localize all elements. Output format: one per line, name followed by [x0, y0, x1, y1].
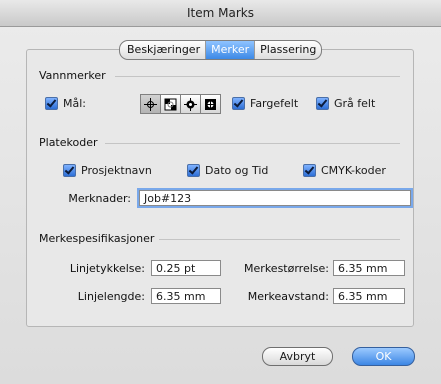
cancel-button[interactable]: Avbryt [262, 347, 333, 366]
prosjektnavn-checkbox[interactable]: Prosjektnavn [63, 163, 152, 177]
linjetykkelse-label: Linjetykkelse: [69, 262, 145, 275]
divider [115, 76, 400, 77]
checkbox-checked-icon [187, 163, 200, 177]
merkeavstand-label: Merkeavstand: [247, 290, 329, 303]
crop-mark-style-1-button[interactable] [140, 94, 161, 114]
fargefelt-label: Fargefelt [250, 96, 299, 110]
maal-label: Mål: [63, 96, 86, 110]
tab-merker[interactable]: Merker [206, 41, 256, 59]
merkeavstand-field[interactable]: 6.35 mm [333, 288, 405, 304]
ok-button[interactable]: OK [352, 347, 415, 366]
window-title: Item Marks [0, 0, 441, 27]
divider [159, 239, 400, 240]
registration-mark-icon [205, 98, 216, 110]
graa-felt-checkbox[interactable]: Grå felt [316, 96, 375, 110]
crop-mark-style-4-button[interactable] [200, 94, 221, 114]
item-marks-dialog: Item Marks Beskjæringer Merker Plasserin… [0, 0, 441, 384]
fargefelt-checkbox[interactable]: Fargefelt [232, 96, 298, 110]
tab-bar: Beskjæringer Merker Plassering [119, 40, 323, 60]
tab-beskjaeringer[interactable]: Beskjæringer [120, 41, 207, 59]
checkbox-checked-icon [303, 163, 316, 177]
dato-tid-checkbox[interactable]: Dato og Tid [187, 163, 268, 177]
vannmerker-title: Vannmerker [39, 69, 106, 82]
tab-panel: Vannmerker Mål: Fargefelt Grå felt Plate… [26, 49, 414, 327]
checkbox-checked-icon [232, 96, 245, 110]
merknader-label: Merknader: [68, 192, 131, 205]
divider [105, 143, 400, 144]
checkbox-checked-icon [63, 163, 76, 177]
graa-felt-label: Grå felt [334, 96, 376, 110]
target-icon [184, 97, 197, 111]
cmyk-koder-checkbox[interactable]: CMYK-koder [303, 163, 386, 177]
merkestorrelse-label: Merkestørrelse: [244, 262, 329, 275]
platekoder-title: Platekoder [39, 136, 98, 149]
merknader-field[interactable]: Job#123 [137, 188, 413, 208]
tab-plassering[interactable]: Plassering [255, 41, 321, 59]
cmyk-koder-label: CMYK-koder [321, 163, 386, 177]
merkestorrelse-field[interactable]: 6.35 mm [333, 260, 405, 276]
crop-mark-style-2-button[interactable] [160, 94, 181, 114]
maal-checkbox[interactable]: Mål: [45, 96, 86, 110]
linjetykkelse-field[interactable]: 0.25 pt [151, 260, 221, 276]
dato-tid-label: Dato og Tid [205, 163, 269, 177]
linjelengde-field[interactable]: 6.35 mm [151, 288, 221, 304]
prosjektnavn-label: Prosjektnavn [81, 163, 152, 177]
checkbox-checked-icon [45, 96, 58, 110]
crosshair-icon [144, 97, 157, 111]
target-grid-icon [164, 98, 177, 110]
crop-mark-style-3-button[interactable] [180, 94, 201, 114]
merkespesifikasjoner-title: Merkespesifikasjoner [39, 232, 155, 245]
checkbox-checked-icon [316, 96, 329, 110]
linjelengde-label: Linjelengde: [77, 290, 145, 303]
